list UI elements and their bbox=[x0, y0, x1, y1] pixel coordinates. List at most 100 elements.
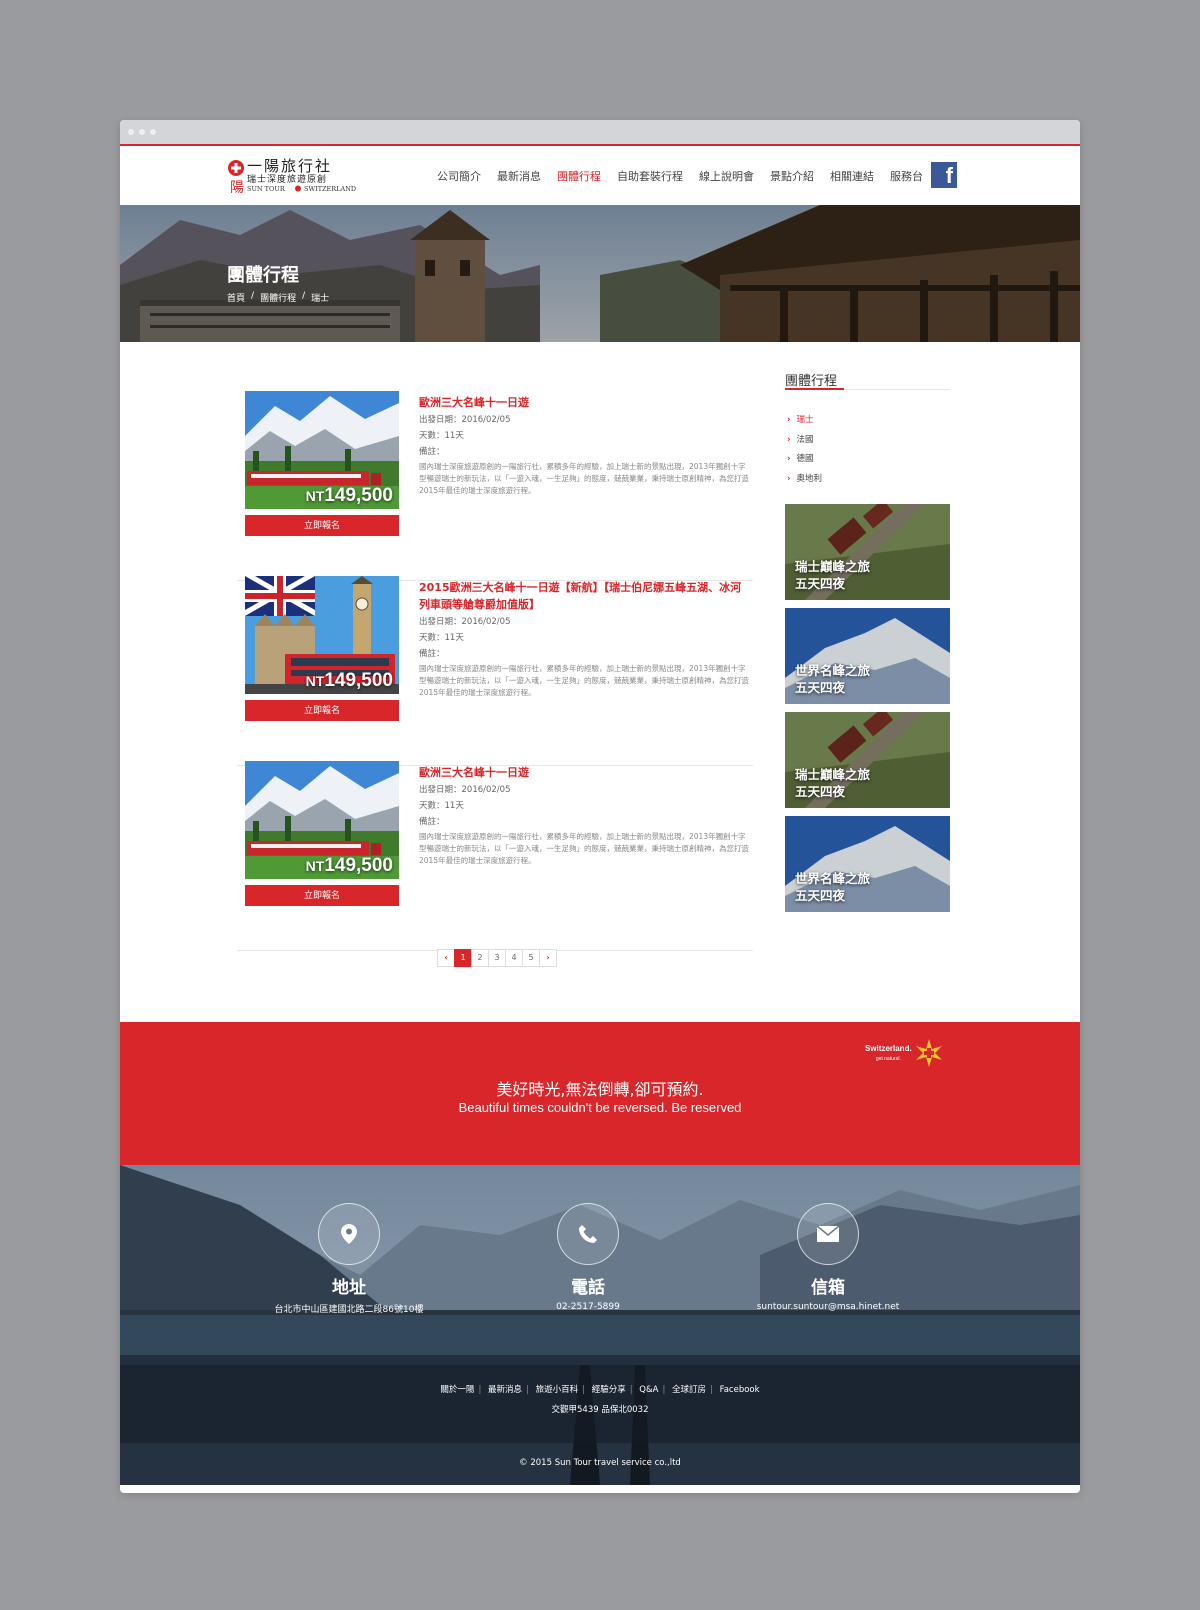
logo-side-char: 陽 bbox=[230, 180, 244, 195]
promo-banner[interactable]: 瑞士巔峰之旅 五天四夜 bbox=[785, 712, 950, 808]
tour-card: NT149,500 立即報名 2015歐洲三大名峰十一日遊【新航】【瑞士伯尼娜五… bbox=[237, 576, 753, 766]
browser-chrome bbox=[120, 120, 1080, 144]
sidebar-item-germany[interactable]: 德國 bbox=[787, 450, 822, 470]
tour-image[interactable]: NT149,500 bbox=[245, 391, 399, 509]
tour-depart: 出發日期：2016/02/05 bbox=[419, 785, 511, 795]
slogan-english: Beautiful times couldn't be reversed. Be… bbox=[458, 1100, 742, 1115]
browser-window: 陽 一陽旅行社 瑞士深度旅遊原創 SUN TOUR SWITZERLAND 公司… bbox=[120, 120, 1080, 1493]
footer-link-facebook[interactable]: Facebook bbox=[720, 1385, 760, 1395]
pagination-page[interactable]: 5 bbox=[522, 949, 540, 967]
tour-note: 備註： bbox=[419, 817, 445, 827]
brand-name: Switzerland. bbox=[865, 1044, 912, 1053]
pagination-page[interactable]: 3 bbox=[488, 949, 506, 967]
promo-banner[interactable]: 世界名峰之旅 五天四夜 bbox=[785, 608, 950, 704]
nav-item-attractions[interactable]: 景點介紹 bbox=[770, 168, 814, 184]
tour-note: 備註： bbox=[419, 447, 445, 457]
site-logo[interactable]: 陽 一陽旅行社 瑞士深度旅遊原創 SUN TOUR SWITZERLAND bbox=[227, 157, 363, 196]
link-separator: | bbox=[478, 1385, 482, 1395]
promo-line1: 瑞士巔峰之旅 bbox=[795, 767, 871, 782]
breadcrumb-separator: / bbox=[302, 291, 306, 301]
tour-image[interactable]: NT149,500 bbox=[245, 761, 399, 879]
sidebar-item-austria[interactable]: 奧地利 bbox=[787, 470, 823, 490]
window-dot[interactable] bbox=[150, 129, 156, 135]
breadcrumb-group-tours[interactable]: 團體行程 bbox=[260, 291, 296, 304]
pagination-page[interactable]: 2 bbox=[471, 949, 489, 967]
contact-label: 信箱 bbox=[811, 1278, 845, 1298]
nav-item-group-tours[interactable]: 團體行程 bbox=[557, 168, 601, 184]
site-header: 陽 一陽旅行社 瑞士深度旅遊原創 SUN TOUR SWITZERLAND 公司… bbox=[120, 144, 1080, 205]
link-separator: | bbox=[582, 1385, 585, 1395]
nav-item-news[interactable]: 最新消息 bbox=[497, 168, 541, 184]
sidebar-item-france[interactable]: 法國 bbox=[787, 431, 822, 451]
tour-description: 國內瑞士深度旅遊原創的一陽旅行社，累積多年的經驗，加上瑞士新的景點出現，2013… bbox=[419, 832, 749, 865]
phone-icon bbox=[557, 1203, 619, 1265]
mail-icon bbox=[797, 1203, 859, 1265]
contact-value[interactable]: suntour.suntour@msa.hinet.net bbox=[708, 1302, 948, 1312]
price-prefix: NT bbox=[305, 858, 325, 874]
footer-link-news[interactable]: 最新消息 bbox=[488, 1385, 522, 1395]
window-dot[interactable] bbox=[128, 129, 134, 135]
tour-image[interactable]: NT149,500 bbox=[245, 576, 399, 694]
pagination-next[interactable]: › bbox=[539, 949, 557, 967]
logo-en-left: SUN TOUR bbox=[247, 185, 286, 193]
nav-item-online-briefing[interactable]: 線上說明會 bbox=[699, 168, 754, 184]
footer-link-experience[interactable]: 經驗分享 bbox=[592, 1385, 626, 1395]
logo-subtitle: 瑞士深度旅遊原創 bbox=[247, 173, 327, 185]
contact-label: 電話 bbox=[571, 1278, 605, 1298]
slogan-banner: Switzerland. get natural. 美好時光,無法倒轉,卻可預約.… bbox=[120, 1022, 1080, 1165]
sidebar-divider bbox=[785, 388, 950, 390]
promo-line2: 五天四夜 bbox=[795, 888, 846, 903]
contact-value[interactable]: 台北市中山區建國北路二段86號10樓 bbox=[229, 1302, 469, 1315]
tour-title[interactable]: 歐洲三大名峰十一日遊 bbox=[419, 764, 745, 781]
price-prefix: NT bbox=[305, 488, 325, 504]
swiss-star-icon bbox=[915, 1039, 942, 1067]
footer-link-qa[interactable]: Q&A bbox=[639, 1385, 658, 1395]
tour-days: 天數：11天 bbox=[419, 431, 464, 441]
main-nav: 公司簡介 最新消息 團體行程 自助套裝行程 線上說明會 景點介紹 相關連結 服務… bbox=[437, 146, 939, 205]
footer-link-hotels[interactable]: 全球訂房 bbox=[672, 1385, 706, 1395]
pagination-page[interactable]: 1 bbox=[454, 949, 472, 967]
footer-link-about[interactable]: 關於一陽 bbox=[440, 1385, 474, 1395]
promo-line2: 五天四夜 bbox=[795, 576, 846, 591]
nav-item-links[interactable]: 相關連結 bbox=[830, 168, 874, 184]
logo-title: 一陽旅行社 bbox=[247, 157, 332, 175]
copyright: © 2015 Sun Tour travel service co.,ltd bbox=[519, 1458, 681, 1468]
facebook-icon[interactable]: f bbox=[931, 162, 957, 188]
site-footer: 地址 台北市中山區建國北路二段86號10樓 電話 02-2517-5899 信箱… bbox=[120, 1165, 1080, 1485]
contact-email: 信箱 suntour.suntour@msa.hinet.net bbox=[708, 1203, 948, 1312]
signup-button[interactable]: 立即報名 bbox=[245, 515, 399, 536]
link-separator: | bbox=[526, 1385, 529, 1395]
price-value: 149,500 bbox=[324, 485, 393, 506]
pagination-prev[interactable]: ‹ bbox=[437, 949, 455, 967]
nav-item-packages[interactable]: 自助套裝行程 bbox=[617, 168, 683, 184]
tour-title[interactable]: 2015歐洲三大名峰十一日遊【新航】【瑞士伯尼娜五峰五湖、冰河列車頭等艙尊爵加值… bbox=[419, 579, 745, 613]
map-pin-icon bbox=[318, 1203, 380, 1265]
nav-item-about[interactable]: 公司簡介 bbox=[437, 168, 481, 184]
price-prefix: NT bbox=[305, 673, 325, 689]
promo-line1: 世界名峰之旅 bbox=[795, 871, 871, 886]
tour-title[interactable]: 歐洲三大名峰十一日遊 bbox=[419, 394, 745, 411]
signup-button[interactable]: 立即報名 bbox=[245, 700, 399, 721]
tour-description: 國內瑞士深度旅遊原創的一陽旅行社，累積多年的經驗，加上瑞士新的景點出現，2013… bbox=[419, 462, 749, 495]
contact-value[interactable]: 02-2517-5899 bbox=[468, 1302, 708, 1312]
contact-phone: 電話 02-2517-5899 bbox=[468, 1203, 708, 1312]
link-separator: | bbox=[710, 1385, 713, 1395]
sidebar-item-switzerland[interactable]: 瑞士 bbox=[787, 411, 822, 431]
promo-banner[interactable]: 瑞士巔峰之旅 五天四夜 bbox=[785, 504, 950, 600]
footer-link-travel-wiki[interactable]: 旅遊小百科 bbox=[536, 1385, 579, 1395]
tour-depart: 出發日期：2016/02/05 bbox=[419, 617, 511, 627]
brand-tag: get natural. bbox=[875, 1056, 901, 1062]
signup-button[interactable]: 立即報名 bbox=[245, 885, 399, 906]
promo-banner[interactable]: 世界名峰之旅 五天四夜 bbox=[785, 816, 950, 912]
breadcrumb-home[interactable]: 首頁 bbox=[227, 291, 245, 304]
tour-description: 國內瑞士深度旅遊原創的一陽旅行社，累積多年的經驗，加上瑞士新的景點出現，2013… bbox=[419, 664, 749, 697]
nav-item-service[interactable]: 服務台 bbox=[890, 168, 923, 184]
pagination-page[interactable]: 4 bbox=[505, 949, 523, 967]
footer-links: 關於一陽 | 最新消息 | 旅遊小百科 | 經驗分享 | Q&A | 全球訂房 | Face… bbox=[120, 1383, 1080, 1395]
license-text: 交觀甲5439 品保北0032 bbox=[551, 1405, 649, 1415]
main-content: NT149,500 立即報名 歐洲三大名峰十一日遊 出發日期：2016/02/0… bbox=[120, 342, 1080, 1022]
window-dot[interactable] bbox=[139, 129, 145, 135]
promo-line1: 世界名峰之旅 bbox=[795, 663, 871, 678]
sidebar-title: 團體行程 bbox=[785, 374, 838, 389]
promo-line1: 瑞士巔峰之旅 bbox=[795, 559, 871, 574]
